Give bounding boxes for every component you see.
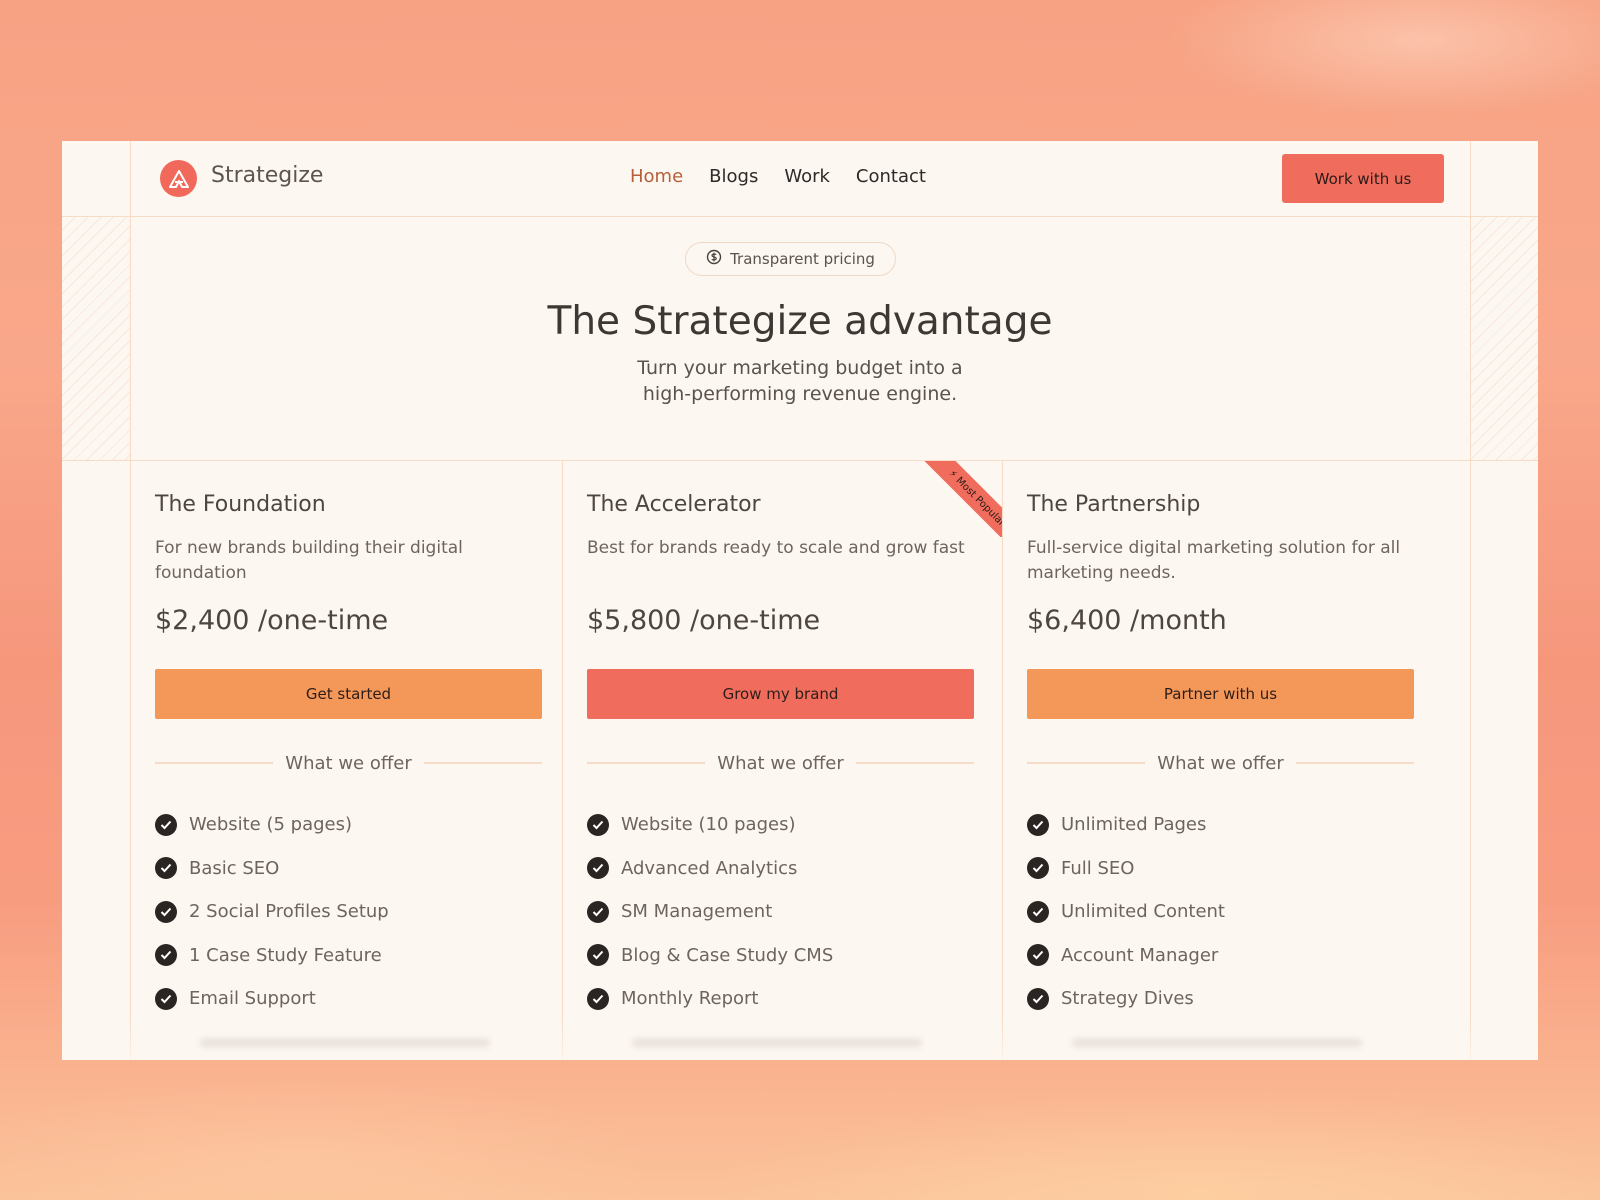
list-item: Website (10 pages)	[587, 803, 833, 847]
check-circle-icon	[587, 987, 609, 1010]
feature-text: Advanced Analytics	[621, 857, 798, 879]
offer-divider: What we offer	[155, 752, 543, 774]
divider-rule	[1027, 762, 1146, 764]
check-circle-icon	[587, 857, 609, 880]
transparent-pricing-badge: Transparent pricing	[685, 242, 896, 276]
list-item: Basic SEO	[155, 847, 389, 891]
check-circle-icon	[155, 944, 177, 967]
pricing-page: Strategize Home Blogs Work Contact Work …	[62, 141, 1538, 1060]
list-item: Blog & Case Study CMS	[587, 934, 833, 978]
offer-label: What we offer	[285, 752, 412, 774]
feature-list: Unlimited Pages Full SEO Unlimited Conte…	[1027, 803, 1225, 1021]
list-item: Unlimited Pages	[1027, 803, 1225, 847]
subtitle-line: Turn your marketing budget into a	[637, 357, 963, 379]
list-item: Account Manager	[1027, 934, 1225, 978]
brand-logo-icon[interactable]	[160, 160, 197, 197]
check-circle-icon	[155, 857, 177, 880]
feature-text: Unlimited Content	[1061, 901, 1225, 923]
feature-text: Website (10 pages)	[621, 814, 796, 836]
plan-description: Best for brands ready to scale and grow …	[587, 538, 965, 558]
nav-item-blogs[interactable]: Blogs	[709, 166, 758, 187]
plan-price: $6,400 /month	[1027, 605, 1227, 636]
divider-rule	[423, 762, 543, 764]
badge-label: Transparent pricing	[730, 250, 875, 268]
list-item: Monthly Report	[587, 977, 833, 1021]
divider-rule	[587, 762, 706, 764]
plan-price: $5,800 /one-time	[587, 605, 821, 636]
get-started-button[interactable]: Get started	[155, 669, 542, 719]
list-item: Full SEO	[1027, 847, 1225, 891]
check-circle-icon	[587, 900, 609, 923]
plan-name: The Foundation	[155, 492, 326, 517]
feature-text: Basic SEO	[189, 857, 280, 879]
check-circle-icon	[155, 987, 177, 1010]
divider-rule	[855, 762, 975, 764]
list-item: 2 Social Profiles Setup	[155, 890, 389, 934]
brand-name[interactable]: Strategize	[211, 163, 323, 188]
check-circle-icon	[155, 900, 177, 923]
plan-name: The Partnership	[1027, 492, 1201, 517]
plan-card-partnership: The Partnership Full-service digital mar…	[1002, 461, 1442, 1060]
feature-text: 2 Social Profiles Setup	[189, 901, 389, 923]
plan-description: Full-service digital marketing solution …	[1027, 538, 1401, 583]
list-item: SM Management	[587, 890, 833, 934]
plan-name: The Accelerator	[587, 492, 761, 517]
plan-description: For new brands building their digital fo…	[155, 538, 463, 583]
list-item: 1 Case Study Feature	[155, 934, 389, 978]
nav-item-contact[interactable]: Contact	[856, 166, 926, 187]
check-circle-icon	[1027, 857, 1049, 880]
ribbon-label: ⚡ Most Popular	[916, 461, 1002, 537]
nav-item-home[interactable]: Home	[630, 166, 683, 187]
grow-my-brand-button[interactable]: Grow my brand	[587, 669, 974, 719]
feature-list: Website (10 pages) Advanced Analytics SM…	[587, 803, 833, 1021]
feature-text: SM Management	[621, 901, 773, 923]
bottom-fade	[62, 1020, 1538, 1060]
work-with-us-button[interactable]: Work with us	[1282, 154, 1444, 203]
check-circle-icon	[1027, 900, 1049, 923]
feature-text: Account Manager	[1061, 944, 1219, 966]
check-circle-icon	[155, 813, 177, 836]
check-circle-icon	[1027, 944, 1049, 967]
feature-text: Website (5 pages)	[189, 814, 353, 836]
nav-item-work[interactable]: Work	[784, 166, 830, 187]
offer-label: What we offer	[717, 752, 844, 774]
offer-divider: What we offer	[587, 752, 975, 774]
feature-text: Full SEO	[1061, 857, 1135, 879]
list-item: Website (5 pages)	[155, 803, 389, 847]
page-subtitle: Turn your marketing budget into a high-p…	[62, 355, 1538, 407]
check-circle-icon	[587, 813, 609, 836]
list-item: Unlimited Content	[1027, 890, 1225, 934]
plan-card-foundation: The Foundation For new brands building t…	[130, 461, 570, 1060]
plan-card-accelerator: ⚡ Most Popular The Accelerator Best for …	[562, 461, 1002, 1060]
check-circle-icon	[1027, 813, 1049, 836]
dollar-circle-icon	[706, 249, 722, 269]
feature-text: Unlimited Pages	[1061, 814, 1207, 836]
list-item: Email Support	[155, 977, 389, 1021]
check-circle-icon	[587, 944, 609, 967]
top-nav: Strategize Home Blogs Work Contact Work …	[130, 141, 1470, 217]
check-circle-icon	[1027, 987, 1049, 1010]
feature-text: Monthly Report	[621, 988, 759, 1010]
feature-text: Strategy Dives	[1061, 988, 1194, 1010]
list-item: Advanced Analytics	[587, 847, 833, 891]
nav-links: Home Blogs Work Contact	[630, 166, 926, 187]
feature-list: Website (5 pages) Basic SEO 2 Social Pro…	[155, 803, 389, 1021]
divider-rule	[155, 762, 274, 764]
plan-price: $2,400 /one-time	[155, 605, 389, 636]
divider-rule	[1295, 762, 1415, 764]
offer-label: What we offer	[1157, 752, 1284, 774]
subtitle-line: high-performing revenue engine.	[642, 383, 958, 405]
feature-text: 1 Case Study Feature	[189, 944, 382, 966]
list-item: Strategy Dives	[1027, 977, 1225, 1021]
page-title: The Strategize advantage	[547, 299, 1053, 344]
partner-with-us-button[interactable]: Partner with us	[1027, 669, 1414, 719]
most-popular-ribbon: ⚡ Most Popular	[902, 461, 1002, 537]
offer-divider: What we offer	[1027, 752, 1415, 774]
feature-text: Blog & Case Study CMS	[621, 944, 834, 966]
feature-text: Email Support	[189, 988, 316, 1010]
